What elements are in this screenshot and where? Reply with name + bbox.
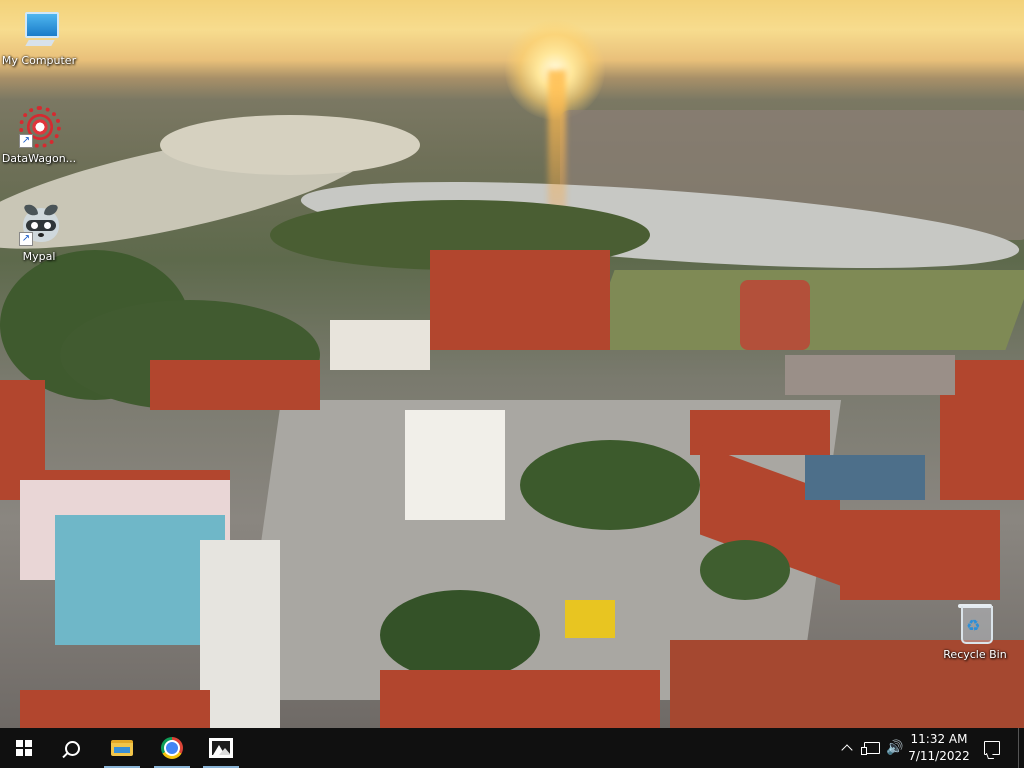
building [785,355,955,395]
taskbar-clock[interactable]: 11:32 AM 7/11/2022 [906,731,972,765]
start-button[interactable] [0,728,48,768]
desktop-icon-my-computer[interactable]: My Computer [0,10,79,67]
tree-cluster [700,540,790,600]
tree-cluster [380,590,540,680]
datawagon-icon: ↗ [19,106,61,148]
town-hall [405,410,505,520]
desktop-icon-mypal[interactable]: ↗ Mypal [0,202,79,263]
windows-icon [16,740,32,756]
roof [430,250,610,350]
roof [20,690,210,728]
clock-time: 11:32 AM [910,732,968,746]
clock-date: 7/11/2022 [908,749,970,763]
tree-cluster [520,440,700,530]
desktop-icon-label: Recycle Bin [943,648,1007,661]
taskbar-photos[interactable] [197,728,245,768]
desktop-icon-recycle-bin[interactable]: ♻ Recycle Bin [935,604,1015,661]
folder-icon [111,740,133,756]
roof [150,360,320,410]
volume-button[interactable]: 🔊 [884,728,906,768]
search-icon [64,740,80,756]
volume-icon: 🔊 [886,740,904,756]
shortcut-arrow-icon: ↗ [19,232,33,246]
taskbar-chrome[interactable] [148,728,196,768]
river [160,115,420,175]
photos-icon [209,738,233,758]
network-icon [861,742,880,755]
mypal-raccoon-icon: ↗ [19,202,59,246]
recycle-bin-icon: ♻ [955,604,995,644]
roof [380,670,660,728]
castle-tower [740,280,810,350]
desktop-icon-label: DataWagon... [1,152,77,165]
desktop-icon-label: My Computer [1,54,77,67]
taskbar: 🔊 11:32 AM 7/11/2022 [0,728,1024,768]
taskbar-file-explorer[interactable] [98,728,146,768]
building [200,540,280,728]
roof [840,510,1000,600]
show-desktop-button[interactable] [1018,728,1024,768]
cafe-umbrellas [565,600,615,638]
chevron-up-icon [841,744,853,756]
desktop-wallpaper [0,0,1024,728]
building [805,455,925,500]
computer-icon [19,10,59,50]
chrome-icon [161,737,183,759]
desktop-icon-datawagon[interactable]: ↗ DataWagon... [0,106,79,165]
search-button[interactable] [48,728,96,768]
notifications-button[interactable] [980,728,1004,768]
notification-icon [984,741,1000,755]
shortcut-arrow-icon: ↗ [19,134,33,148]
building [330,320,430,370]
desktop-icon-label: Mypal [22,250,56,263]
network-button[interactable] [860,728,884,768]
show-hidden-icons-button[interactable] [838,728,856,768]
